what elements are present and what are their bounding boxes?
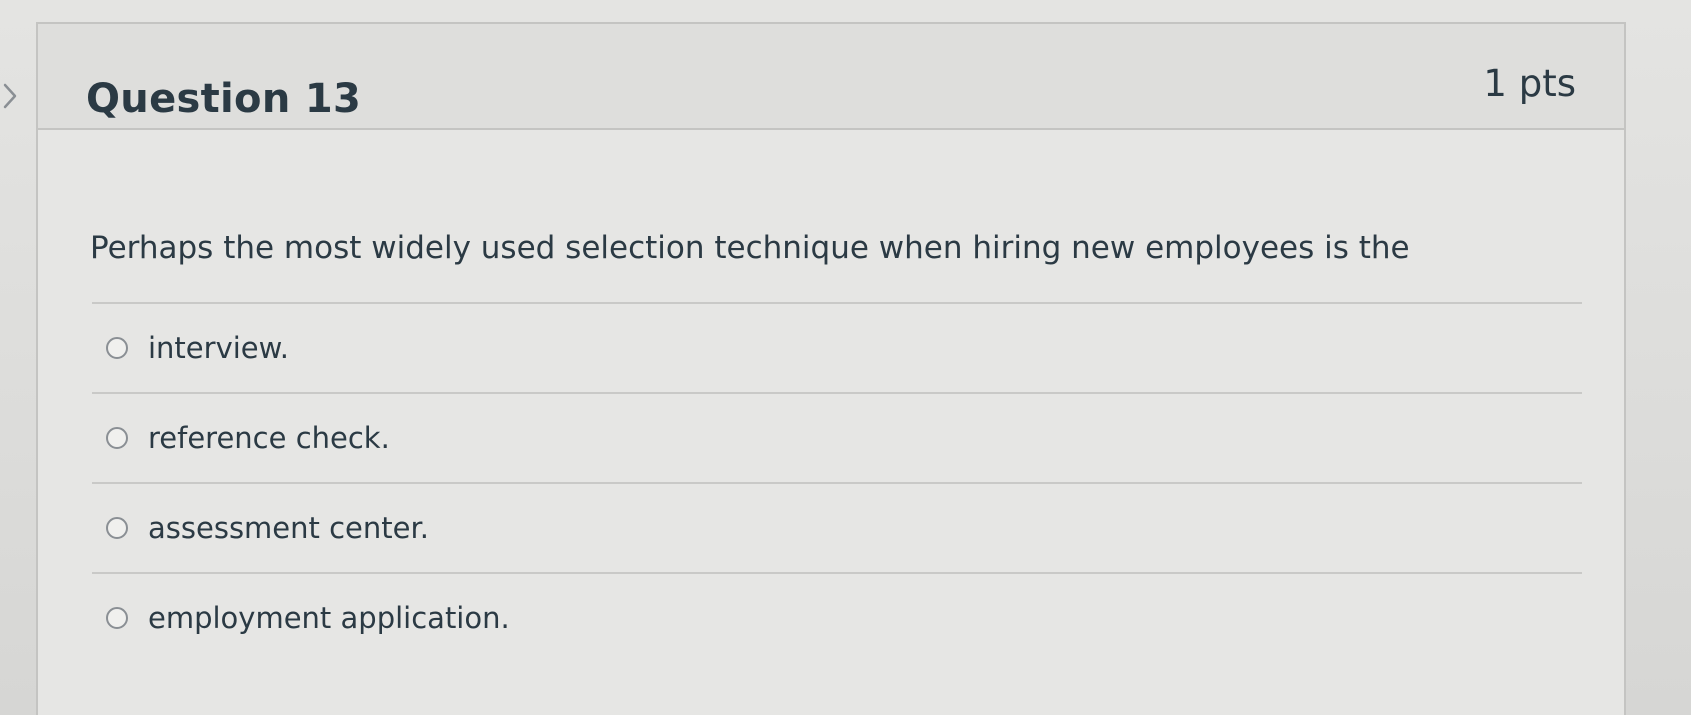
chevron-right-icon[interactable] xyxy=(0,82,20,110)
answer-label[interactable]: assessment center. xyxy=(148,511,429,545)
answer-label[interactable]: interview. xyxy=(148,331,289,365)
question-text: Perhaps the most widely used selection t… xyxy=(90,230,1410,266)
question-card: Question 13 1 pts Perhaps the most widel… xyxy=(36,22,1626,715)
answer-option[interactable]: employment application. xyxy=(92,572,1582,662)
answer-list: interview. reference check. assessment c… xyxy=(92,302,1582,662)
answer-label[interactable]: reference check. xyxy=(148,421,390,455)
question-header: Question 13 1 pts xyxy=(38,24,1624,130)
radio-button[interactable] xyxy=(106,427,128,449)
answer-option[interactable]: interview. xyxy=(92,302,1582,392)
answer-option[interactable]: reference check. xyxy=(92,392,1582,482)
answer-option[interactable]: assessment center. xyxy=(92,482,1582,572)
question-title: Question 13 xyxy=(86,76,362,122)
radio-button[interactable] xyxy=(106,607,128,629)
radio-button[interactable] xyxy=(106,517,128,539)
answer-label[interactable]: employment application. xyxy=(148,601,510,635)
radio-button[interactable] xyxy=(106,337,128,359)
question-points: 1 pts xyxy=(1483,62,1576,105)
quiz-page: Question 13 1 pts Perhaps the most widel… xyxy=(0,0,1691,715)
